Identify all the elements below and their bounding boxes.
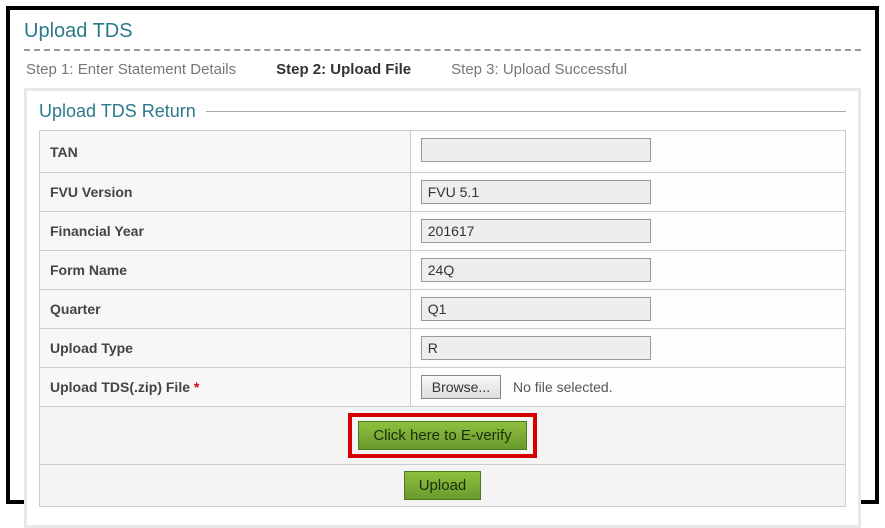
section-header: Upload TDS Return — [39, 101, 846, 122]
value-form: 24Q — [421, 258, 651, 282]
upload-tds-page: Upload TDS Step 1: Enter Statement Detai… — [6, 6, 879, 504]
everify-row: Click here to E-verify — [39, 407, 846, 465]
form-table: TAN FVU Version FVU 5.1 Financial Year 2… — [39, 130, 846, 407]
label-file-text: Upload TDS(.zip) File — [50, 379, 194, 395]
required-asterisk: * — [194, 379, 199, 395]
label-quarter: Quarter — [40, 290, 411, 329]
label-fy: Financial Year — [40, 212, 411, 251]
cell-uptype: R — [410, 329, 845, 368]
upload-button[interactable]: Upload — [404, 471, 482, 500]
cell-file: Browse... No file selected. — [410, 368, 845, 407]
cell-quarter: Q1 — [410, 290, 845, 329]
upload-panel: Upload TDS Return TAN FVU Version FVU 5.… — [24, 88, 861, 528]
everify-highlight: Click here to E-verify — [348, 413, 536, 458]
cell-fvu: FVU 5.1 — [410, 173, 845, 212]
section-title: Upload TDS Return — [39, 101, 206, 122]
cell-fy: 201617 — [410, 212, 845, 251]
label-fvu: FVU Version — [40, 173, 411, 212]
everify-button[interactable]: Click here to E-verify — [358, 421, 526, 450]
cell-form: 24Q — [410, 251, 845, 290]
step-1: Step 1: Enter Statement Details — [26, 61, 236, 78]
label-tan: TAN — [40, 131, 411, 173]
value-fy: 201617 — [421, 219, 651, 243]
step-2: Step 2: Upload File — [276, 61, 411, 78]
label-file: Upload TDS(.zip) File * — [40, 368, 411, 407]
value-quarter: Q1 — [421, 297, 651, 321]
value-uptype: R — [421, 336, 651, 360]
upload-row: Upload — [39, 465, 846, 507]
page-title: Upload TDS — [24, 20, 861, 47]
label-form: Form Name — [40, 251, 411, 290]
title-divider — [24, 49, 861, 51]
label-uptype: Upload Type — [40, 329, 411, 368]
step-indicator: Step 1: Enter Statement Details Step 2: … — [24, 55, 861, 88]
step-3: Step 3: Upload Successful — [451, 61, 627, 78]
section-line — [206, 111, 846, 112]
value-fvu: FVU 5.1 — [421, 180, 651, 204]
value-tan — [421, 138, 651, 162]
file-status: No file selected. — [513, 379, 613, 395]
cell-tan — [410, 131, 845, 173]
browse-button[interactable]: Browse... — [421, 375, 501, 399]
